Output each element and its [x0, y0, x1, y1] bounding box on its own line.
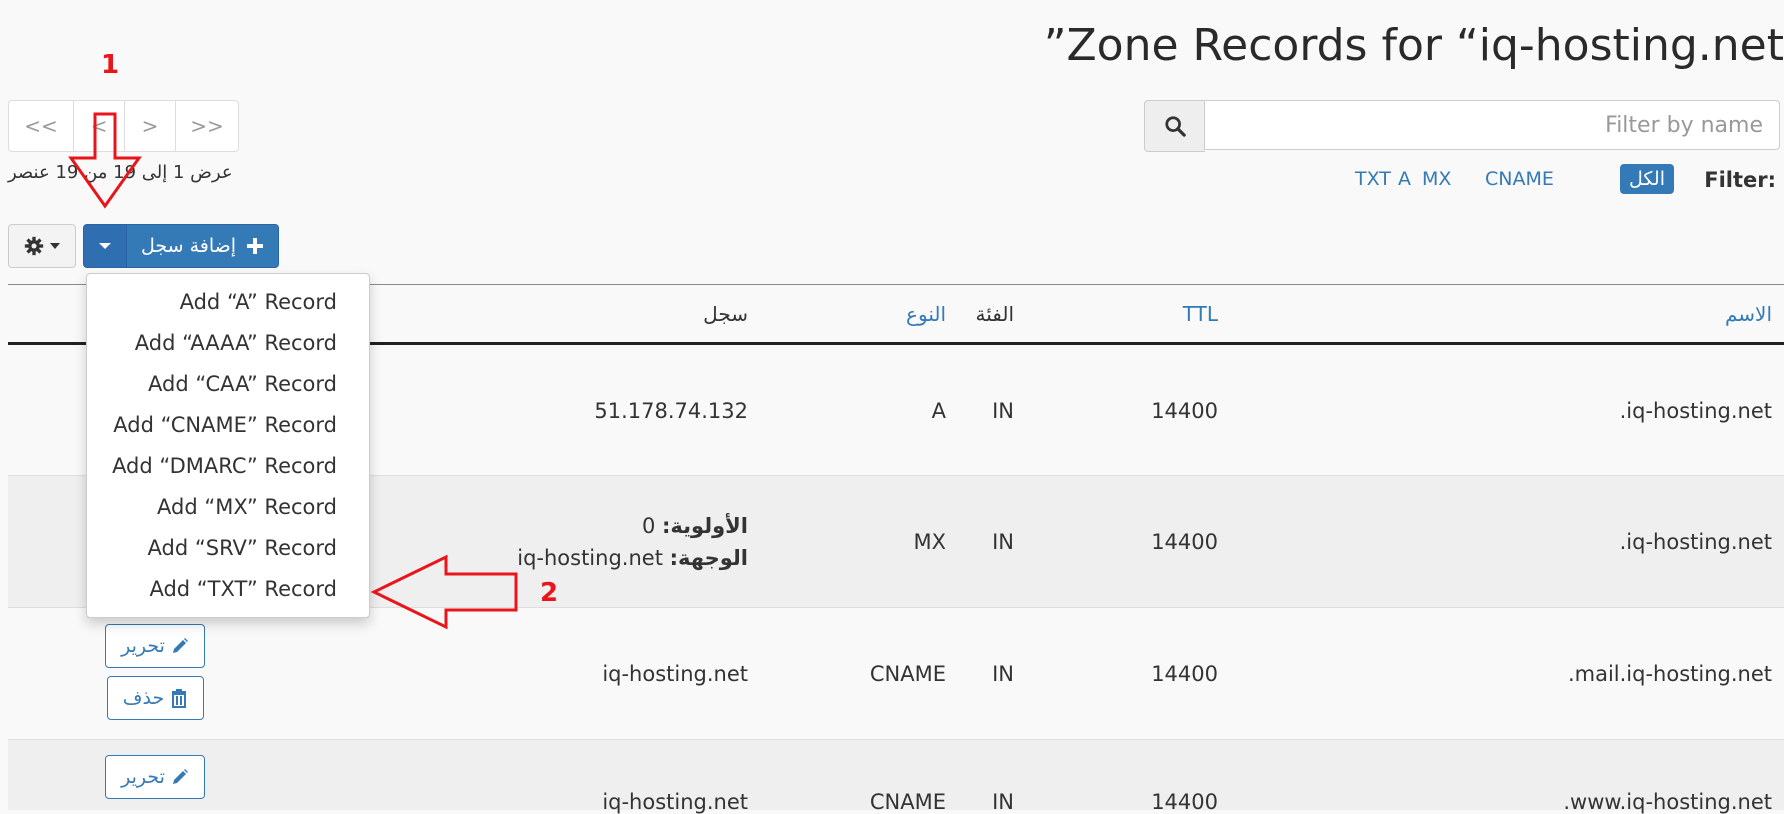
priority-label: الأولوية:: [662, 514, 748, 538]
search-button[interactable]: [1144, 100, 1205, 152]
menu-item-add-mx[interactable]: Add “MX” Record: [157, 495, 337, 519]
record-value: 51.178.74.132: [594, 399, 748, 423]
record-ttl: 14400: [1151, 530, 1218, 554]
delete-label: حذف: [122, 687, 165, 709]
record-priority: الأولوية: 0: [642, 514, 748, 538]
menu-item-add-a[interactable]: Add “A” Record: [180, 290, 337, 314]
record-type: CNAME: [869, 790, 946, 814]
record-ttl: 14400: [1151, 662, 1218, 686]
record-name: .iq-hosting.net: [1619, 530, 1772, 554]
priority-value: 0: [641, 514, 656, 538]
search-input[interactable]: [1204, 100, 1780, 150]
last-page-button[interactable]: >>: [176, 101, 238, 151]
edit-button[interactable]: تحرير: [105, 755, 205, 799]
delete-button[interactable]: حذف: [107, 676, 204, 720]
menu-item-add-cname[interactable]: Add “CNAME” Record: [113, 413, 337, 437]
annotation-step-2: 2: [540, 578, 559, 608]
filter-label: Filter:: [1704, 168, 1776, 192]
record-type: CNAME: [869, 662, 946, 686]
menu-item-add-srv[interactable]: Add “SRV” Record: [148, 536, 337, 560]
pencil-icon: [172, 769, 188, 784]
trash-icon: [172, 689, 187, 708]
menu-item-add-aaaa[interactable]: Add “AAAA” Record: [135, 331, 337, 355]
gear-icon: [24, 236, 44, 256]
record-name: .www.iq-hosting.net: [1563, 790, 1772, 814]
record-name: .iq-hosting.net: [1619, 399, 1772, 423]
record-class: IN: [992, 662, 1014, 686]
edit-label: تحرير: [121, 766, 165, 788]
search-group: [1144, 100, 1782, 152]
menu-item-add-dmarc[interactable]: Add “DMARC” Record: [112, 454, 337, 478]
column-header-name[interactable]: الاسم: [1725, 302, 1772, 326]
record-class: IN: [992, 399, 1014, 423]
record-ttl: 14400: [1151, 399, 1218, 423]
search-icon: [1165, 116, 1186, 137]
column-header-ttl[interactable]: TTL: [1183, 302, 1218, 326]
column-header-record: سجل: [703, 302, 748, 326]
filter-txt[interactable]: TXT: [1346, 164, 1400, 194]
filter-mx[interactable]: MX: [1413, 164, 1460, 194]
edit-label: تحرير: [121, 635, 165, 657]
caret-down-icon: [50, 243, 60, 249]
annotation-step-1: 1: [101, 50, 120, 80]
menu-item-add-caa[interactable]: Add “CAA” Record: [148, 372, 337, 396]
record-class: IN: [992, 790, 1014, 814]
add-record-menu: Add “A” Record Add “AAAA” Record Add “CA…: [86, 273, 370, 618]
annotation-arrow-down-icon: [68, 112, 142, 209]
filter-cname[interactable]: CNAME: [1476, 164, 1563, 194]
table-row: .www.iq-hosting.net 14400 IN CNAME iq-ho…: [8, 740, 1784, 814]
plus-icon: [247, 238, 264, 254]
destination-label: الوجهة:: [669, 546, 748, 570]
record-type: MX: [913, 530, 946, 554]
first-page-button[interactable]: <<: [9, 101, 74, 151]
record-type: A: [931, 399, 946, 423]
edit-button[interactable]: تحرير: [105, 624, 205, 668]
record-class: IN: [992, 530, 1014, 554]
add-record-dropdown-toggle[interactable]: [83, 224, 127, 268]
settings-dropdown-button[interactable]: [8, 224, 76, 268]
destination-value: iq-hosting.net: [517, 546, 663, 570]
add-record-label: إضافة سجل: [140, 235, 237, 257]
table-row: .mail.iq-hosting.net 14400 IN CNAME iq-h…: [8, 608, 1784, 740]
record-name: .mail.iq-hosting.net: [1567, 662, 1772, 686]
column-header-type[interactable]: النوع: [906, 302, 946, 326]
filter-all[interactable]: الكل: [1620, 164, 1674, 194]
record-destination: الوجهة: iq-hosting.net: [517, 546, 748, 570]
add-record-button[interactable]: إضافة سجل: [127, 224, 279, 268]
caret-down-icon: [99, 243, 111, 249]
column-header-class: الفئة: [975, 302, 1014, 326]
menu-item-add-txt[interactable]: Add “TXT” Record: [149, 577, 337, 601]
page-title: ”Zone Records for “iq-hosting.net: [1043, 20, 1784, 71]
record-value: iq-hosting.net: [602, 790, 748, 814]
record-value: iq-hosting.net: [602, 662, 748, 686]
annotation-arrow-left-icon: [370, 554, 518, 630]
record-ttl: 14400: [1151, 790, 1218, 814]
pencil-icon: [172, 638, 188, 653]
